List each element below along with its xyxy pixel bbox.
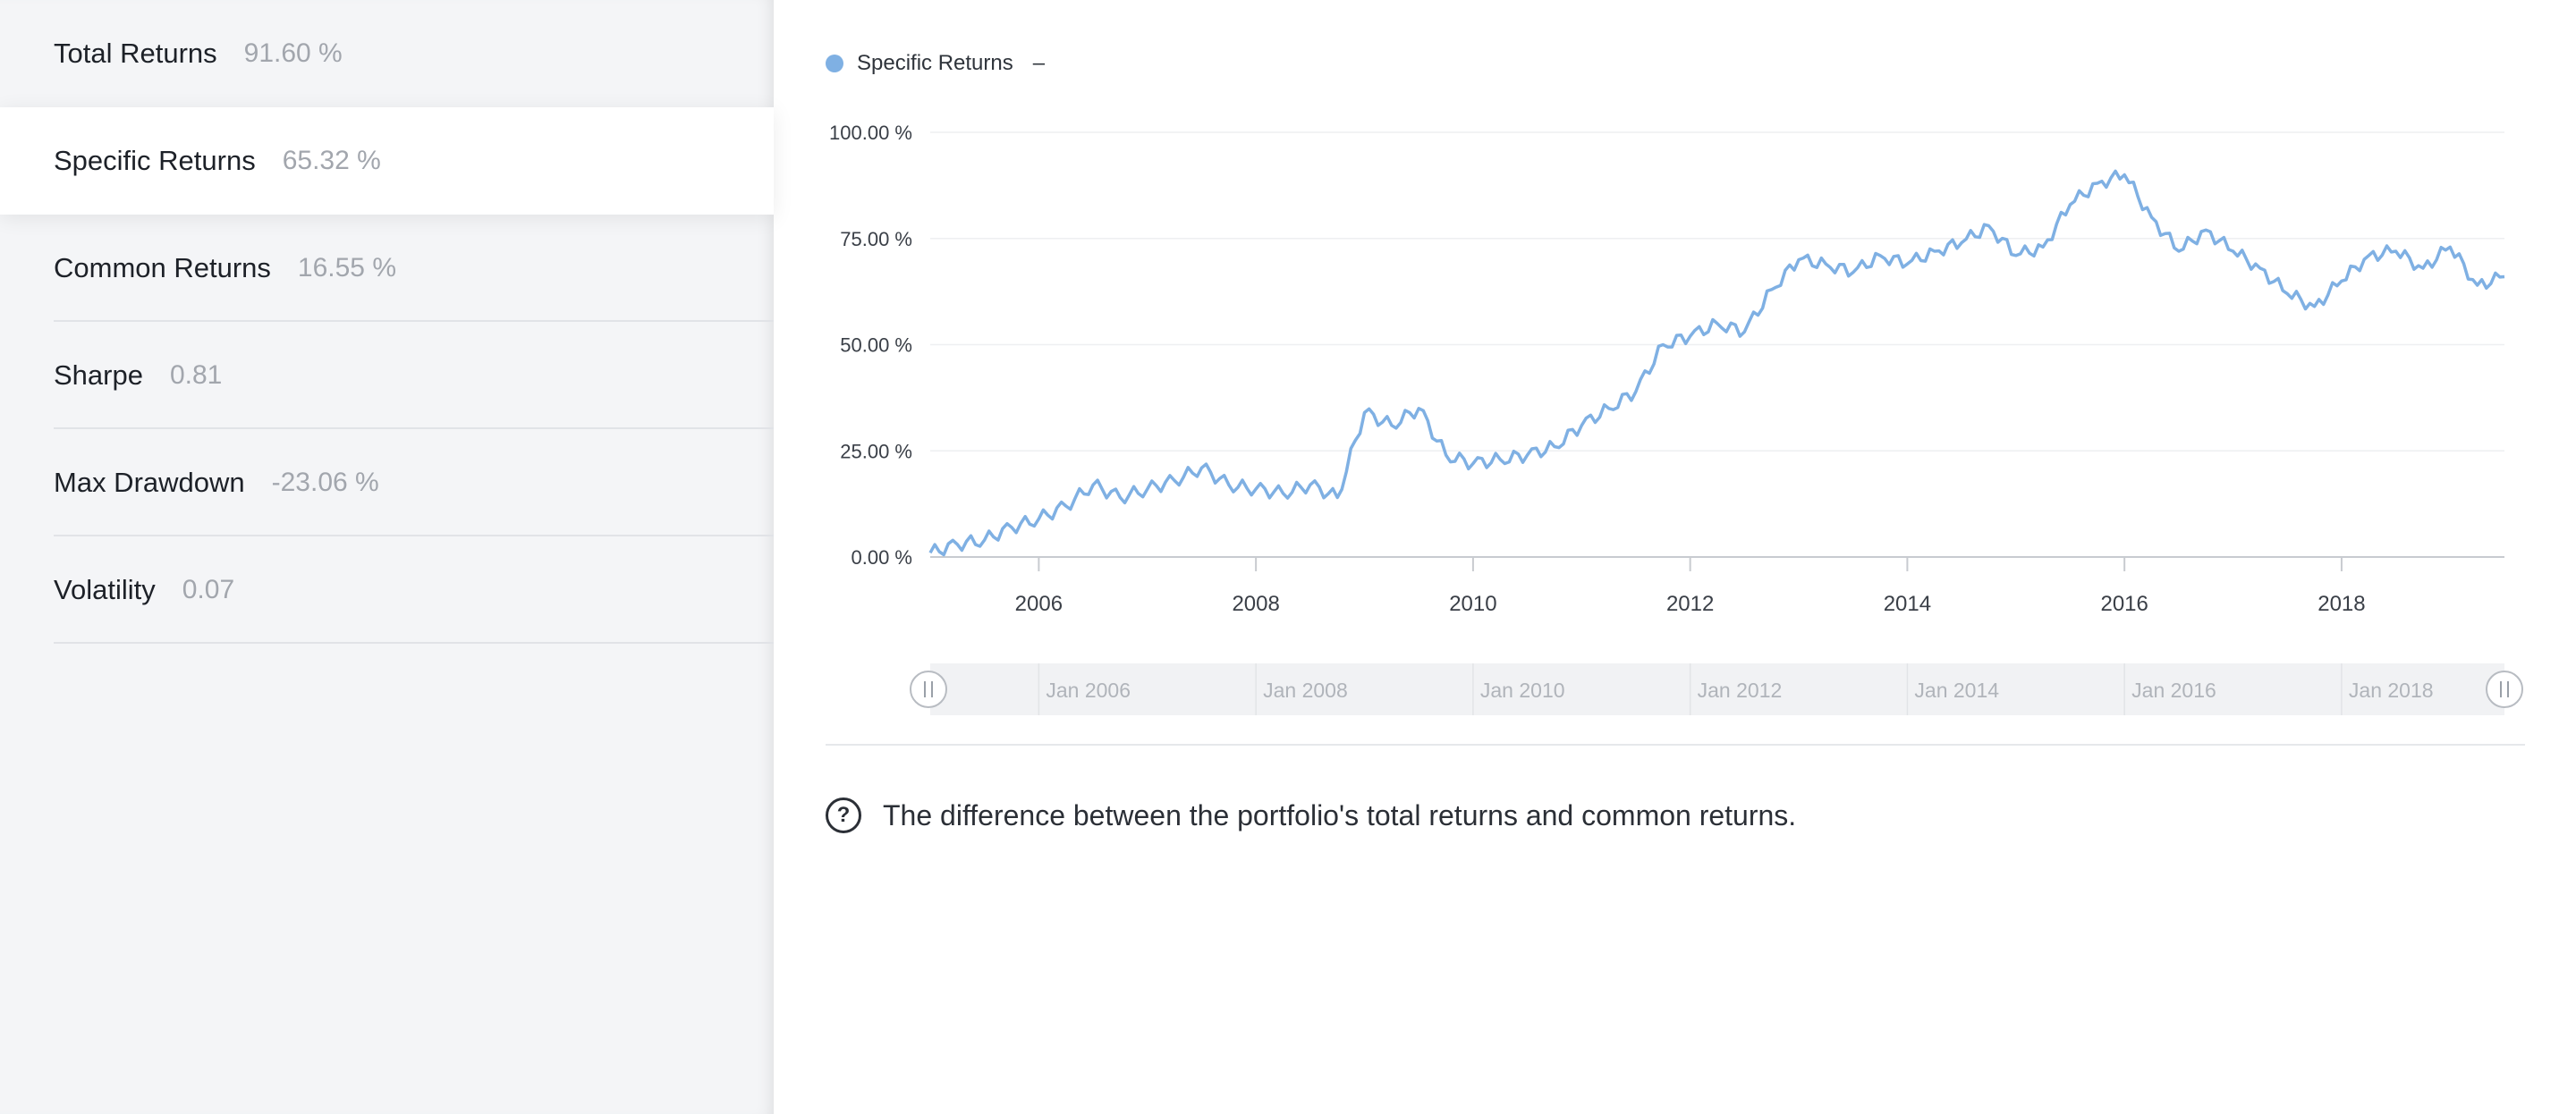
- metric-row-specific-returns[interactable]: Specific Returns 65.32 %: [0, 107, 774, 215]
- metric-row-common-returns[interactable]: Common Returns 16.55 %: [0, 215, 774, 322]
- y-tick-label: 100.00 %: [829, 122, 912, 144]
- metric-divider: [54, 642, 774, 644]
- y-tick-label: 75.00 %: [840, 228, 912, 250]
- navigator-tick-label: Jan 2008: [1263, 679, 1348, 702]
- handle-circle: [2486, 671, 2523, 708]
- description-text: The difference between the portfolio's t…: [883, 798, 1797, 831]
- metric-value: -23.06 %: [271, 468, 379, 497]
- metric-value: 0.07: [182, 575, 235, 604]
- metric-label: Max Drawdown: [54, 467, 245, 498]
- navigator-left-handle[interactable]: [910, 671, 947, 708]
- navigator-tick-label: Jan 2006: [1046, 679, 1131, 702]
- navigator-right-handle[interactable]: [2486, 671, 2523, 708]
- x-tick-label: 2014: [1884, 592, 1931, 616]
- metric-value: 91.60 %: [243, 38, 343, 68]
- y-tick-label: 0.00 %: [852, 546, 913, 569]
- x-tick-label: 2010: [1449, 592, 1496, 616]
- metrics-sidebar: Total Returns 91.60 % Specific Returns 65.3…: [0, 0, 774, 1114]
- specific-returns-chart: 0.00 % 25.00 % 50.00 % 75.00 % 100.00 % 2006 2…: [829, 122, 2523, 715]
- help-icon: ?: [826, 798, 861, 833]
- x-tick-label: 2018: [2318, 592, 2365, 616]
- metric-row-sharpe[interactable]: Sharpe 0.81: [0, 322, 774, 429]
- metric-label: Specific Returns: [54, 145, 256, 176]
- navigator-tick-label: Jan 2010: [1480, 679, 1565, 702]
- navigator-tick-label: Jan 2016: [2131, 679, 2216, 702]
- metric-description: ? The difference between the portfolio's…: [826, 798, 1796, 833]
- handle-circle: [910, 671, 947, 708]
- y-tick-label: 25.00 %: [840, 440, 912, 462]
- x-tick-label: 2008: [1232, 592, 1279, 616]
- metric-label: Total Returns: [54, 38, 217, 69]
- series-line-specific-returns: [928, 169, 2505, 557]
- metric-label: Common Returns: [54, 252, 271, 283]
- metric-value: 16.55 %: [297, 253, 397, 283]
- metric-label: Sharpe: [54, 359, 143, 391]
- metric-value: 0.81: [169, 360, 223, 390]
- x-tick-label: 2012: [1666, 592, 1714, 616]
- navigator-tick-label: Jan 2012: [1698, 679, 1783, 702]
- metric-row-total-returns[interactable]: Total Returns 91.60 %: [0, 0, 774, 107]
- metric-label: Volatility: [54, 574, 156, 605]
- y-tick-label: 50.00 %: [840, 334, 912, 357]
- x-tick-label: 2006: [1015, 592, 1063, 616]
- metric-row-max-drawdown[interactable]: Max Drawdown -23.06 %: [0, 429, 774, 536]
- metric-value: 65.32 %: [282, 146, 381, 175]
- section-divider: [826, 744, 2525, 746]
- chart-panel: Specific Returns – 0.00 % 25.00 % 50.00 % 7…: [774, 0, 2576, 1114]
- metric-row-volatility[interactable]: Volatility 0.07: [0, 536, 774, 644]
- x-tick-label: 2016: [2100, 592, 2148, 616]
- navigator-tick-label: Jan 2018: [2349, 679, 2434, 702]
- navigator-tick-label: Jan 2014: [1914, 679, 1999, 702]
